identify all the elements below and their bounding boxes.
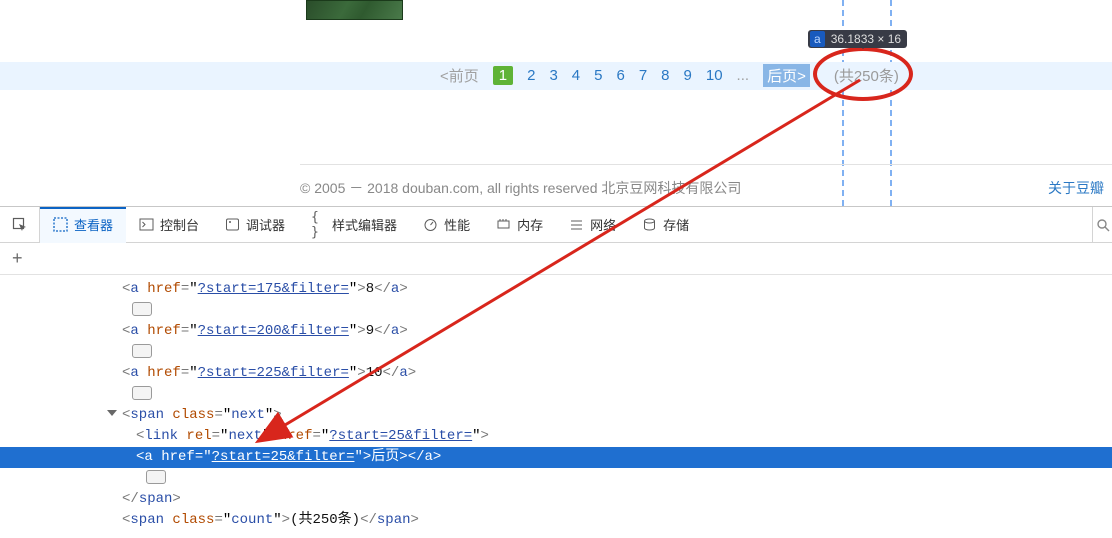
pagination-prev: <前页 <box>440 65 479 86</box>
tab-storage[interactable]: 存储 <box>629 207 702 243</box>
devtools-add-tab[interactable]: + <box>0 243 1112 275</box>
tab-inspector[interactable]: 查看器 <box>40 207 126 243</box>
tab-performance[interactable]: 性能 <box>410 207 483 243</box>
pagination-page-9[interactable]: 9 <box>684 67 692 84</box>
dom-collapsed-node[interactable] <box>0 300 1112 321</box>
pagination-page-3[interactable]: 3 <box>549 67 557 84</box>
tab-style-label: 样式编辑器 <box>332 215 397 234</box>
tab-console[interactable]: 控制台 <box>126 207 212 243</box>
dom-node[interactable]: </span> <box>0 489 1112 510</box>
tab-debugger-label: 调试器 <box>246 215 285 234</box>
footer-separator <box>300 164 1112 165</box>
pagination-page-5[interactable]: 5 <box>594 67 602 84</box>
pagination-count: (共250条) <box>834 65 899 86</box>
dom-node[interactable]: <span class="count">(共250条)</span> <box>0 510 1112 531</box>
console-icon <box>139 217 154 232</box>
devtools-search-icon[interactable] <box>1092 207 1112 243</box>
plus-icon: + <box>12 248 23 269</box>
devtools-tabbar: 查看器 控制台 调试器 { } 样式编辑器 性能 内存 网络 存储 <box>0 207 1112 243</box>
memory-icon <box>496 217 511 232</box>
pagination-inner: <前页 1 2 3 4 5 6 7 8 9 10 ... 后页> (共250条) <box>440 64 899 87</box>
picker-icon <box>12 217 28 233</box>
devtools-dom-tree[interactable]: <a href="?start=175&filter=">8</a> <a hre… <box>0 275 1112 538</box>
tab-network[interactable]: 网络 <box>556 207 629 243</box>
pagination-page-10[interactable]: 10 <box>706 67 723 84</box>
tab-storage-label: 存储 <box>663 215 689 234</box>
footer-about-link[interactable]: 关于豆瓣 <box>1048 178 1104 198</box>
inspect-size-tooltip: a 36.1833 × 16 <box>808 30 907 48</box>
dom-node-selected[interactable]: <a href="?start=25&filter=">后页></a> <box>0 447 1112 468</box>
pagination-page-7[interactable]: 7 <box>639 67 647 84</box>
dom-node[interactable]: <a href="?start=225&filter=">10</a> <box>0 363 1112 384</box>
dom-collapsed-node[interactable] <box>0 468 1112 489</box>
dom-node[interactable]: <link rel="next" href="?start=25&filter=… <box>0 426 1112 447</box>
tab-inspector-label: 查看器 <box>74 215 113 234</box>
pagination-ellipsis: ... <box>737 67 750 84</box>
page-render: <前页 1 2 3 4 5 6 7 8 9 10 ... 后页> (共250条)… <box>0 0 1112 206</box>
style-icon: { } <box>311 217 326 232</box>
storage-icon <box>642 217 657 232</box>
tab-network-label: 网络 <box>590 215 616 234</box>
perf-icon <box>423 217 438 232</box>
network-icon <box>569 217 584 232</box>
dom-collapsed-node[interactable] <box>0 384 1112 405</box>
dom-node[interactable]: <a href="?start=200&filter=">9</a> <box>0 321 1112 342</box>
dom-node[interactable]: <span class="next"> <box>0 405 1112 426</box>
pagination-next[interactable]: 后页> <box>763 64 810 87</box>
tab-style-editor[interactable]: { } 样式编辑器 <box>298 207 410 243</box>
pagination-page-6[interactable]: 6 <box>616 67 624 84</box>
movie-poster[interactable] <box>306 0 403 20</box>
footer-copyright: © 2005 － 2018 douban.com, all rights res… <box>300 178 741 198</box>
expand-toggle-icon[interactable] <box>107 410 117 416</box>
tab-debugger[interactable]: 调试器 <box>212 207 298 243</box>
tab-perf-label: 性能 <box>444 215 470 234</box>
inspector-icon <box>53 217 68 232</box>
dom-collapsed-node[interactable] <box>0 342 1112 363</box>
tab-console-label: 控制台 <box>160 215 199 234</box>
debugger-icon <box>225 217 240 232</box>
devtools-panel: 查看器 控制台 调试器 { } 样式编辑器 性能 内存 网络 存储 <box>0 206 1112 538</box>
tab-memory-label: 内存 <box>517 215 543 234</box>
inspect-tooltip-dims: 36.1833 × 16 <box>831 32 901 46</box>
inspect-element-picker[interactable] <box>0 207 40 243</box>
tab-memory[interactable]: 内存 <box>483 207 556 243</box>
inspect-tooltip-tag: a <box>810 31 825 47</box>
pagination-page-8[interactable]: 8 <box>661 67 669 84</box>
pagination-page-4[interactable]: 4 <box>572 67 580 84</box>
dom-node[interactable]: <a href="?start=175&filter=">8</a> <box>0 279 1112 300</box>
pagination-bar: <前页 1 2 3 4 5 6 7 8 9 10 ... 后页> (共250条) <box>0 62 1112 90</box>
pagination-page-2[interactable]: 2 <box>527 67 535 84</box>
pagination-page-1[interactable]: 1 <box>493 66 513 85</box>
